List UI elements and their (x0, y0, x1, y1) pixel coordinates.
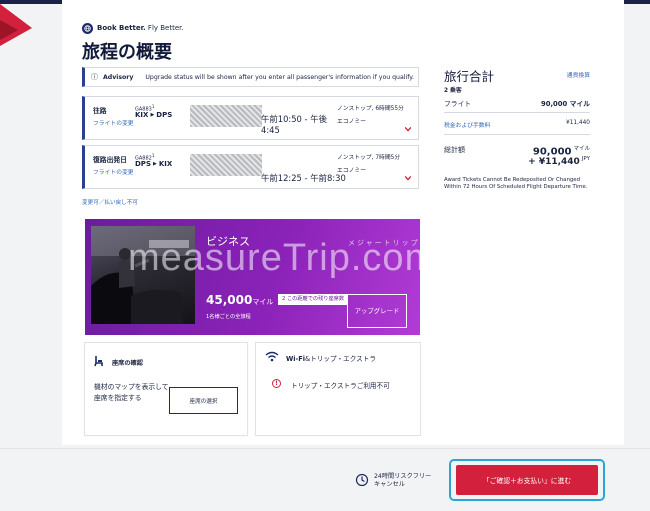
advisory-banner: ⓘ Advisory Upgrade status will be shown … (82, 67, 419, 87)
route-arrow-icon: ▶ (150, 112, 155, 118)
redacted-area (190, 154, 262, 176)
brand-tagline-bold: Book Better. (97, 24, 146, 32)
brand-globe-icon (82, 22, 93, 34)
flight-destination: KIX (158, 160, 173, 168)
business-cabin-photo (91, 226, 195, 324)
total-label: 総計額 (444, 146, 465, 154)
wifi-icon (265, 351, 279, 362)
route-arrow-icon: ▶ (152, 161, 157, 167)
flight-card-outbound[interactable]: 往路 フライトの変更 GA8831 KIX ▶ DPS 午前10:50 - 午後… (82, 96, 419, 140)
advisory-message: Upgrade status will be shown after you e… (145, 73, 415, 81)
total-yen: + ¥11,440 JPY (528, 156, 590, 167)
flight-time: 午前10:50 - 午後 4:45 (261, 114, 327, 135)
page-title: 旅程の概要 (82, 42, 172, 63)
upgrade-button[interactable]: アップグレード (347, 294, 407, 328)
fare-value: 90,000 マイル (541, 100, 590, 108)
wifi-trip-extras-card: Wi-Fi&トリップ・エクストラ ! トリップ・エクストラご利用不可 (256, 343, 420, 435)
upsell-cabin-name: ビジネス (206, 235, 250, 248)
tax-value: ¥11,440 (566, 120, 590, 126)
flight-route: DPS ▶ KIX (135, 160, 172, 168)
brand-tagline: Book Better. Fly Better. (82, 21, 184, 35)
summary-title: 旅行合計 (444, 69, 495, 84)
chevron-down-icon[interactable] (404, 125, 412, 133)
brand-tagline-rest: Fly Better. (145, 24, 184, 32)
advisory-title: Advisory (103, 73, 134, 81)
flight-change-link[interactable]: フライトの変更 (93, 118, 134, 127)
delta-logo[interactable] (0, 0, 32, 52)
seat-icon (94, 356, 103, 367)
flight-origin: DPS (135, 160, 151, 168)
tax-label-link[interactable]: 税金および手数料 (444, 123, 490, 129)
clock-icon (355, 473, 369, 487)
wifi-card-title: Wi-Fi&トリップ・エクストラ (286, 355, 376, 363)
flight-change-link[interactable]: フライトの変更 (93, 167, 134, 176)
info-icon: ⓘ (91, 73, 98, 81)
business-upsell-banner: ビジネス 45,000マイル 2 この距離での残り座席数 1名様ごとの全旅程 ア… (85, 219, 420, 335)
flight-time: 午前12:25 - 午前8:30 (261, 173, 346, 183)
risk-free-cancel-text: 24時間リスクフリー キャンセル (374, 473, 432, 488)
seat-selection-card: 座席の確認 機材のマップを表示して座席を指定する 座席の選択 (85, 343, 247, 435)
seat-select-button[interactable]: 座席の選択 (169, 387, 238, 414)
currency-converter-link[interactable]: 通貨換算 (567, 70, 590, 79)
flight-card-return[interactable]: 復路出発日 フライトの変更 GA8821 DPS ▶ KIX 午前12:25 -… (82, 145, 419, 189)
watermark-kana: メジャートリップ (348, 239, 420, 247)
confirm-and-pay-button[interactable]: 「ご確認＋お支払い」に進む (456, 465, 598, 495)
flight-cabin: エコノミー (337, 119, 366, 125)
flight-cabin: エコノミー (337, 168, 366, 174)
fare-row: フライト 90,000 マイル (444, 98, 590, 108)
award-ticket-note: Award Tickets Cannot Be Redeposited Or C… (444, 177, 588, 190)
remaining-seats-badge: 2 この距離での残り座席数 (278, 294, 349, 305)
upsell-miles: 45,000マイル (206, 293, 274, 307)
flight-destination: DPS (156, 111, 173, 119)
flight-origin: KIX (135, 111, 149, 119)
summary-divider (444, 112, 590, 113)
redacted-area (190, 105, 262, 127)
summary-divider (444, 134, 590, 135)
chevron-down-icon[interactable] (404, 174, 412, 182)
upsell-per-person-note: 1名様ごとの全旅程 (206, 314, 251, 320)
checkout-footer: 24時間リスクフリー キャンセル 「ご確認＋お支払い」に進む (0, 448, 650, 511)
wifi-card-message: トリップ・エクストラご利用不可 (291, 382, 390, 390)
flight-duration: ノンストップ, 6時間55分 (337, 106, 404, 112)
flight-direction-label: 往路 (93, 107, 107, 115)
seat-card-text: 機材のマップを表示して座席を指定する (94, 383, 169, 402)
flight-route: KIX ▶ DPS (135, 111, 172, 119)
passenger-count: 2 乗客 (444, 88, 462, 94)
flight-direction-label: 復路出発日 (93, 156, 127, 164)
seat-card-title: 座席の確認 (112, 360, 143, 367)
change-policy-note: 変更可／払い戻し不可 (82, 200, 138, 206)
alert-icon: ! (272, 379, 281, 388)
tax-row: 税金および手数料 ¥11,440 (444, 120, 590, 129)
fare-label: フライト (444, 100, 472, 108)
flight-duration: ノンストップ, 7時間5分 (337, 155, 401, 161)
